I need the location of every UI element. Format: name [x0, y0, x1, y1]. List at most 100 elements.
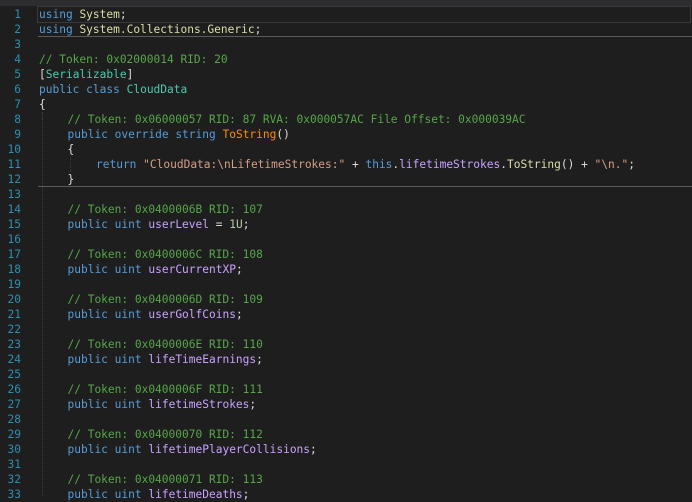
keyword: uint	[114, 488, 142, 501]
line-number: 29	[7, 428, 21, 441]
keyword: uint	[114, 398, 142, 411]
punctuation	[108, 488, 115, 501]
code-text: public uint userLevel = 1U;	[68, 217, 250, 232]
punctuation: }	[67, 173, 75, 186]
comment: // Token: 0x0400006B RID: 107	[67, 203, 263, 216]
comment: // Token: 0x0400006E RID: 110	[67, 338, 263, 351]
line-number: 17	[7, 248, 21, 261]
code-line[interactable]: 8 // Token: 0x06000057 RID: 87 RVA: 0x000…	[0, 112, 692, 127]
field-name: userGolfCoins	[148, 308, 236, 321]
code-line[interactable]: 23 // Token: 0x0400006E RID: 110	[0, 337, 692, 352]
code-line[interactable]: 17 // Token: 0x0400006C RID: 108	[0, 247, 692, 262]
code-line[interactable]: 3	[0, 37, 692, 52]
code-text: public uint userCurrentXP;	[68, 262, 243, 277]
code-line[interactable]: 26 // Token: 0x0400006F RID: 111	[0, 382, 692, 397]
code-text: // Token: 0x0400006D RID: 109	[68, 292, 263, 307]
keyword: class	[86, 83, 120, 96]
code-line[interactable]: 5 [Serializable]	[0, 67, 692, 82]
punctuation: ;	[249, 398, 257, 411]
code-text: public uint lifeTimeEarnings;	[68, 352, 263, 367]
punctuation: {	[39, 98, 46, 111]
code-editor[interactable]: 1 using System; 2 using System.Collections.…	[0, 6, 692, 501]
line-number: 16	[7, 233, 21, 246]
code-line[interactable]: 33 public uint lifetimeDeaths;	[0, 487, 692, 502]
code-line[interactable]: 16	[0, 232, 692, 247]
line-number: 6	[14, 83, 21, 96]
code-line[interactable]: 27 public uint lifetimeStrokes;	[0, 397, 692, 412]
code-line[interactable]: 12}	[0, 172, 692, 187]
code-line[interactable]: 29 // Token: 0x04000070 RID: 112	[0, 427, 692, 442]
keyword: return	[96, 158, 137, 171]
code-line[interactable]: 6 public class CloudData	[0, 82, 692, 97]
code-line[interactable]: 30 public uint lifetimePlayerCollisions;	[0, 442, 692, 457]
keyword: using	[39, 23, 73, 36]
code-line[interactable]: 22	[0, 322, 692, 337]
code-line[interactable]: 20 // Token: 0x0400006D RID: 109	[0, 292, 692, 307]
comment: // Token: 0x04000071 RID: 113	[67, 473, 263, 486]
keyword: public	[67, 353, 108, 366]
punctuation: ;	[242, 488, 250, 501]
code-line[interactable]: 4 // Token: 0x02000014 RID: 20	[0, 52, 692, 67]
code-line[interactable]: 14 // Token: 0x0400006B RID: 107	[0, 202, 692, 217]
code-line[interactable]: 2 using System.Collections.Generic;	[0, 22, 692, 37]
comment: // Token: 0x02000014 RID: 20	[39, 53, 228, 66]
punctuation: () +	[560, 158, 595, 171]
comment: // Token: 0x0400006D RID: 109	[67, 293, 263, 306]
punctuation: .	[500, 158, 507, 171]
line-number: 28	[7, 413, 21, 426]
punctuation: ()	[276, 128, 290, 141]
punctuation: {	[67, 143, 75, 156]
line-number: 18	[7, 263, 21, 276]
code-line[interactable]: 18 public uint userCurrentXP;	[0, 262, 692, 277]
code-line[interactable]: 15 public uint userLevel = 1U;	[0, 217, 692, 232]
code-line[interactable]: 24 public uint lifeTimeEarnings;	[0, 352, 692, 367]
code-line[interactable]: 13	[0, 187, 692, 202]
line-number: 14	[7, 203, 21, 216]
code-line[interactable]: 7{	[0, 97, 692, 112]
code-line[interactable]: 25	[0, 367, 692, 382]
line-number: 26	[7, 383, 21, 396]
code-line[interactable]: 31	[0, 457, 692, 472]
code-text: public class CloudData	[39, 82, 187, 97]
code-line[interactable]: 21 public uint userGolfCoins;	[0, 307, 692, 322]
punctuation	[108, 218, 115, 231]
comment: // Token: 0x0400006F RID: 111	[67, 383, 263, 396]
comment: // Token: 0x06000057 RID: 87 RVA: 0x0000…	[67, 113, 526, 126]
keyword: public	[67, 443, 108, 456]
punctuation	[108, 353, 115, 366]
code-line[interactable]: 9 public override string ToString()	[0, 127, 692, 142]
punctuation: +	[345, 158, 366, 171]
keyword: public	[67, 128, 108, 141]
code-text: return "CloudData:\nLifetimeStrokes:" + …	[96, 157, 635, 172]
line-number: 9	[14, 128, 21, 141]
member-separator	[38, 36, 692, 37]
line-number: 7	[14, 98, 21, 111]
line-number: 25	[7, 368, 21, 381]
code-line[interactable]: 28	[0, 412, 692, 427]
field-name: lifeTimeEarnings	[148, 353, 257, 366]
number-literal: 1U	[229, 218, 243, 231]
type-name: CloudData	[126, 83, 188, 96]
code-text: public uint userGolfCoins;	[68, 307, 243, 322]
code-text: public uint lifetimeStrokes;	[68, 397, 257, 412]
code-text: public uint lifetimePlayerCollisions;	[68, 442, 317, 457]
keyword: public	[67, 398, 108, 411]
code-line[interactable]: 19	[0, 277, 692, 292]
keyword: uint	[114, 308, 142, 321]
field-name: lifetimeDeaths	[148, 488, 243, 501]
line-number: 1	[14, 8, 21, 21]
line-number: 24	[7, 353, 21, 366]
line-number: 15	[7, 218, 21, 231]
line-number: 10	[7, 143, 21, 156]
string-literal: "CloudData:\nLifetimeStrokes:"	[143, 158, 346, 171]
code-line[interactable]: 11 return "CloudData:\nLifetimeStrokes:" …	[0, 157, 692, 172]
code-text: public override string ToString()	[68, 127, 290, 142]
punctuation: [	[39, 68, 46, 81]
code-line[interactable]: 32 // Token: 0x04000071 RID: 113	[0, 472, 692, 487]
code-text: {	[39, 97, 46, 112]
code-line[interactable]: 10 {	[0, 142, 692, 157]
code-text: // Token: 0x06000057 RID: 87 RVA: 0x0000…	[68, 112, 526, 127]
code-text: // Token: 0x02000014 RID: 20	[39, 52, 228, 67]
method-name: ToString	[222, 128, 277, 141]
code-text: // Token: 0x04000071 RID: 113	[68, 472, 263, 487]
